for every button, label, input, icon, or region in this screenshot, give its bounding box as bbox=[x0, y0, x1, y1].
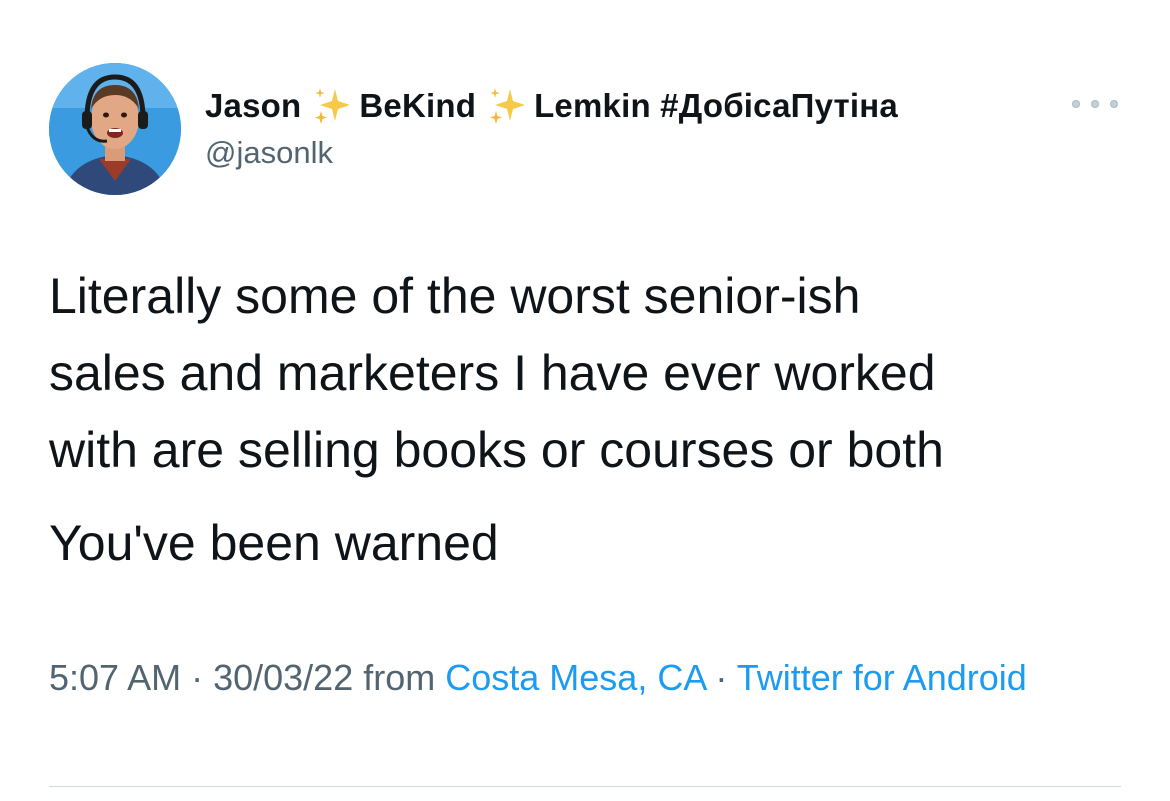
author-name-part2: BeKind bbox=[359, 87, 477, 124]
more-dot bbox=[1091, 100, 1099, 108]
tweet-card: Jason BeKind Lemkin #ДобісаПутіна @jason… bbox=[0, 0, 1170, 801]
tweet-text: Literally some of the worst senior-ish s… bbox=[49, 258, 1139, 489]
from-label: from bbox=[353, 657, 446, 698]
tweet-time[interactable]: 5:07 AM bbox=[49, 657, 181, 698]
divider bbox=[49, 786, 1121, 787]
tweet-date[interactable]: 30/03/22 bbox=[213, 657, 353, 698]
profile-photo-icon bbox=[49, 63, 181, 195]
separator: · bbox=[705, 657, 737, 698]
author-name-part1: Jason bbox=[205, 87, 302, 124]
tweet-text-second-paragraph: You've been warned bbox=[49, 515, 499, 571]
location-link[interactable]: Costa Mesa, CA bbox=[445, 657, 705, 698]
separator: · bbox=[181, 657, 214, 698]
more-dot bbox=[1110, 100, 1118, 108]
sparkles-icon bbox=[311, 85, 353, 127]
tweet-text-line: Literally some of the worst senior-ish bbox=[49, 268, 861, 324]
tweet-metadata: 5:07 AM · 30/03/22 from Costa Mesa, CA ·… bbox=[49, 652, 1109, 704]
author-name-part3: Lemkin #ДобісаПутіна bbox=[534, 87, 898, 124]
sparkles-icon bbox=[486, 85, 528, 127]
author-name[interactable]: Jason BeKind Lemkin #ДобісаПутіна bbox=[205, 84, 898, 128]
tweet-text-line: sales and marketers I have ever worked bbox=[49, 345, 936, 401]
source-link[interactable]: Twitter for Android bbox=[737, 657, 1027, 698]
more-options-icon[interactable] bbox=[1072, 95, 1118, 113]
tweet-text-line: with are selling books or courses or bot… bbox=[49, 422, 944, 478]
more-dot bbox=[1072, 100, 1080, 108]
author-handle[interactable]: @jasonlk bbox=[205, 135, 333, 171]
avatar[interactable] bbox=[49, 63, 181, 195]
